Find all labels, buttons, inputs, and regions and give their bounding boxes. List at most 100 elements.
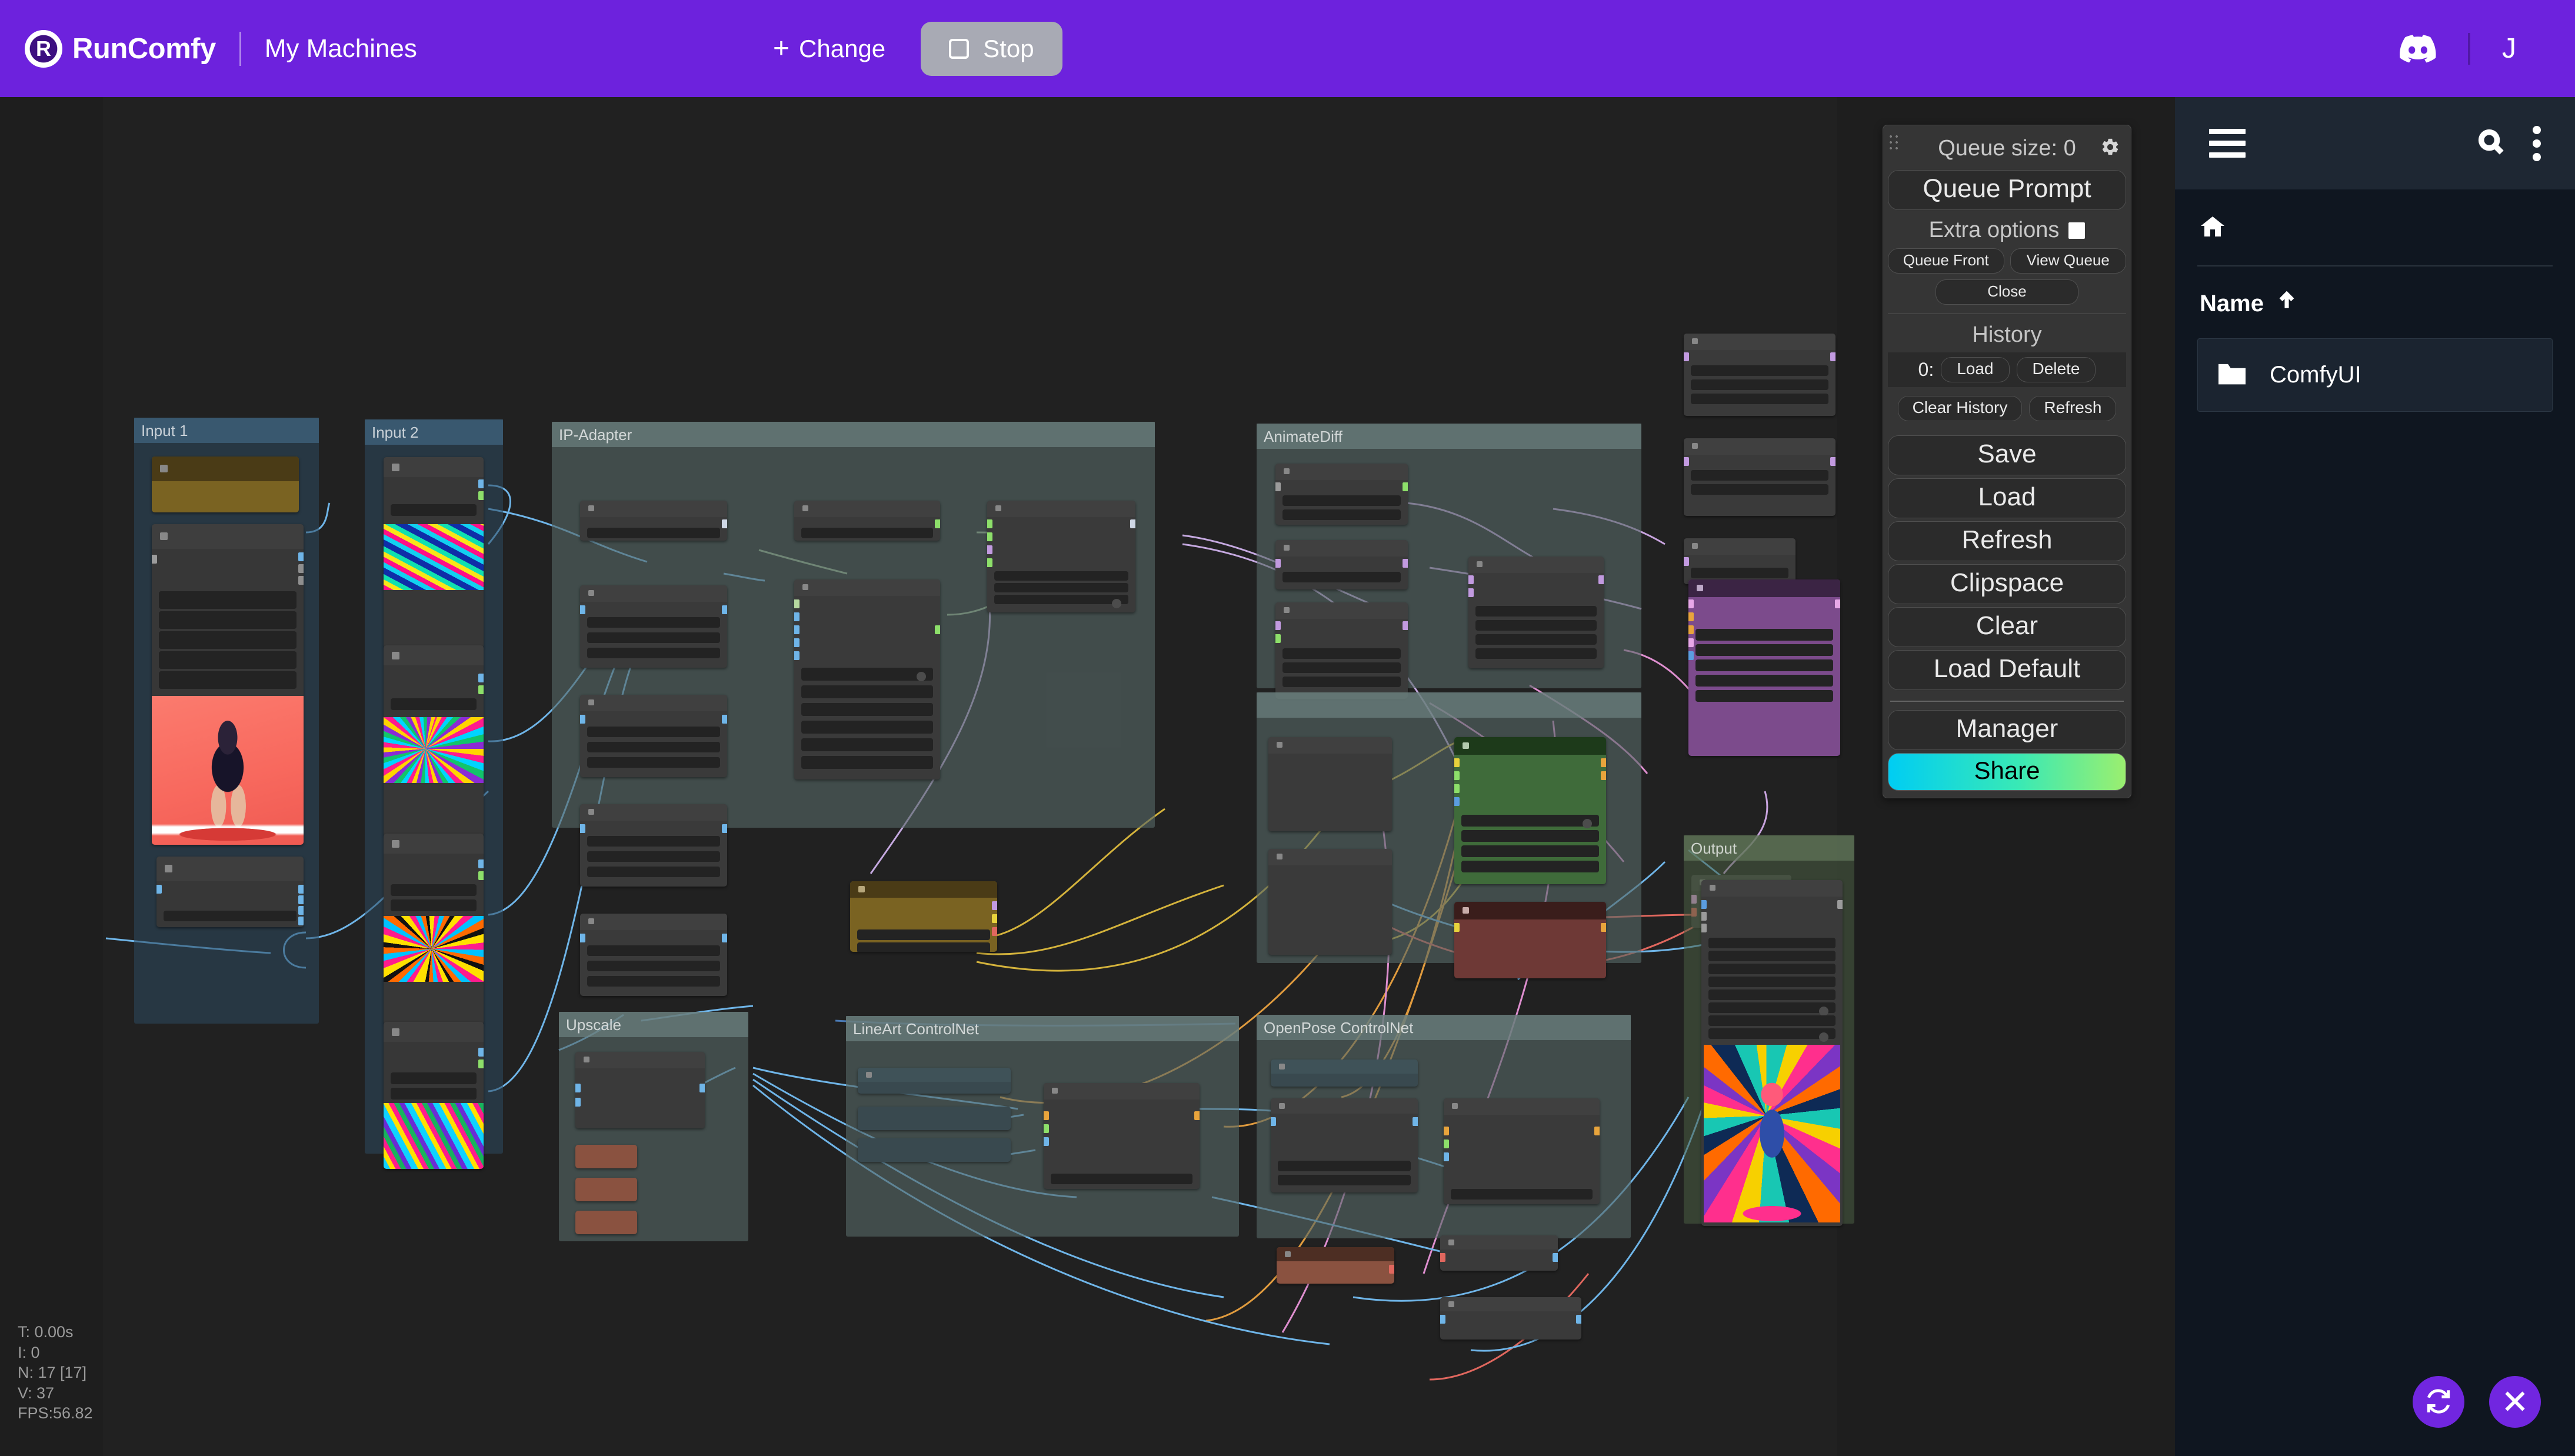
node-header[interactable]: [384, 645, 484, 665]
node-output-port[interactable]: [722, 715, 727, 724]
node-input-port[interactable]: [1468, 575, 1474, 584]
node-collapse-icon[interactable]: [1477, 561, 1483, 567]
node-widget[interactable]: [1691, 394, 1828, 404]
graph-node[interactable]: [1440, 1235, 1558, 1271]
node-header[interactable]: [794, 579, 940, 596]
node-input-port[interactable]: [794, 651, 800, 660]
node-header[interactable]: [1701, 880, 1843, 897]
node-input-port[interactable]: [1444, 1127, 1449, 1135]
arrow-up-icon[interactable]: [2277, 289, 2297, 318]
node-collapse-icon[interactable]: [165, 865, 172, 872]
refresh-history-button[interactable]: Refresh: [2029, 396, 2116, 421]
node-output-port[interactable]: [1601, 758, 1606, 767]
graph-node[interactable]: [1684, 334, 1836, 416]
graph-node[interactable]: [1684, 438, 1836, 516]
node-widget[interactable]: [1282, 509, 1401, 520]
graph-node[interactable]: [575, 1052, 705, 1128]
node-widget[interactable]: [1461, 830, 1599, 842]
node-widget[interactable]: [587, 742, 720, 752]
node-widget[interactable]: [159, 671, 297, 689]
node-output-port[interactable]: [1830, 352, 1836, 361]
node-output-port[interactable]: [298, 906, 304, 915]
node-widget[interactable]: [159, 591, 297, 609]
node-widget[interactable]: [1691, 484, 1828, 495]
node-collapse-icon[interactable]: [1277, 742, 1282, 748]
node-output-port[interactable]: [1413, 1117, 1418, 1126]
node-input-port[interactable]: [794, 625, 800, 634]
node-header[interactable]: [575, 1052, 705, 1068]
node-output-port[interactable]: [478, 871, 484, 880]
graph-node[interactable]: [858, 1138, 1011, 1162]
search-icon[interactable]: [2477, 128, 2504, 158]
node-widget[interactable]: [587, 648, 720, 658]
node-widget[interactable]: [587, 976, 720, 987]
node-collapse-icon[interactable]: [1284, 545, 1290, 551]
node-header[interactable]: [580, 695, 727, 711]
node-collapse-icon[interactable]: [1279, 1103, 1285, 1109]
node-output-port[interactable]: [478, 491, 484, 500]
node-input-port[interactable]: [1044, 1111, 1049, 1120]
graph-node[interactable]: [858, 1107, 1011, 1130]
node-output-port[interactable]: [935, 519, 940, 528]
node-widget[interactable]: [587, 528, 720, 538]
node-widget[interactable]: [801, 738, 933, 751]
node-header[interactable]: [1271, 1059, 1418, 1074]
node-widget[interactable]: [1451, 1189, 1593, 1200]
group-input-1[interactable]: Input 1: [134, 418, 319, 1024]
brand[interactable]: R RunComfy: [25, 30, 216, 68]
node-widget[interactable]: [1051, 1174, 1192, 1184]
panel-drag-handle[interactable]: [1888, 134, 1901, 151]
node-collapse-icon[interactable]: [1284, 607, 1290, 613]
node-output-port[interactable]: [298, 895, 304, 904]
node-header[interactable]: [1440, 1235, 1558, 1250]
node-widget[interactable]: [1282, 648, 1401, 659]
node-collapse-icon[interactable]: [1448, 1240, 1454, 1245]
node-widget[interactable]: [857, 929, 990, 940]
node-collapse-icon[interactable]: [588, 699, 594, 705]
graph-node[interactable]: [1440, 1297, 1581, 1340]
graph-node[interactable]: [575, 1211, 637, 1234]
load-button[interactable]: Load: [1888, 478, 2126, 518]
graph-node[interactable]: [1468, 557, 1604, 668]
node-output-port[interactable]: [478, 1048, 484, 1057]
node-widget[interactable]: [1708, 951, 1836, 961]
node-header[interactable]: [1684, 334, 1836, 350]
node-input-port[interactable]: [1688, 599, 1694, 608]
group-output[interactable]: Output: [1684, 835, 1854, 1224]
graph-node[interactable]: [794, 501, 940, 541]
stop-button[interactable]: Stop: [921, 22, 1062, 76]
node-collapse-icon[interactable]: [160, 465, 168, 472]
node-output-port[interactable]: [1601, 771, 1606, 780]
node-output-port[interactable]: [1598, 575, 1604, 584]
node-widget[interactable]: [587, 617, 720, 628]
node-input-port[interactable]: [987, 532, 992, 541]
node-output-port[interactable]: [478, 1059, 484, 1068]
node-output-port[interactable]: [298, 576, 304, 585]
node-output-port[interactable]: [298, 917, 304, 925]
node-output-port[interactable]: [722, 824, 727, 833]
node-header[interactable]: [850, 881, 997, 898]
group-input-2[interactable]: Input 2: [365, 419, 503, 1154]
node-collapse-icon[interactable]: [392, 652, 399, 659]
node-widget[interactable]: [587, 632, 720, 643]
kebab-menu-icon[interactable]: [2533, 126, 2541, 161]
node-input-port[interactable]: [1275, 634, 1281, 643]
graph-node[interactable]: [1271, 1059, 1418, 1087]
node-header[interactable]: [384, 457, 484, 477]
node-output-port[interactable]: [992, 914, 997, 923]
node-widget[interactable]: [801, 668, 933, 681]
node-header[interactable]: [152, 524, 304, 549]
group-lineart-controlnet[interactable]: LineArt ControlNet: [846, 1016, 1239, 1237]
node-collapse-icon[interactable]: [995, 505, 1001, 511]
node-header[interactable]: [580, 804, 727, 821]
node-widget[interactable]: [801, 685, 933, 698]
node-input-port[interactable]: [1271, 1117, 1276, 1126]
node-header[interactable]: [580, 585, 727, 602]
node-input-port[interactable]: [1688, 651, 1694, 660]
node-header[interactable]: [858, 1068, 1011, 1082]
extra-options-checkbox[interactable]: [2068, 222, 2085, 239]
node-widget[interactable]: [801, 756, 933, 769]
node-header[interactable]: [1468, 557, 1604, 573]
node-collapse-icon[interactable]: [392, 1028, 399, 1036]
node-widget[interactable]: [391, 1072, 477, 1084]
